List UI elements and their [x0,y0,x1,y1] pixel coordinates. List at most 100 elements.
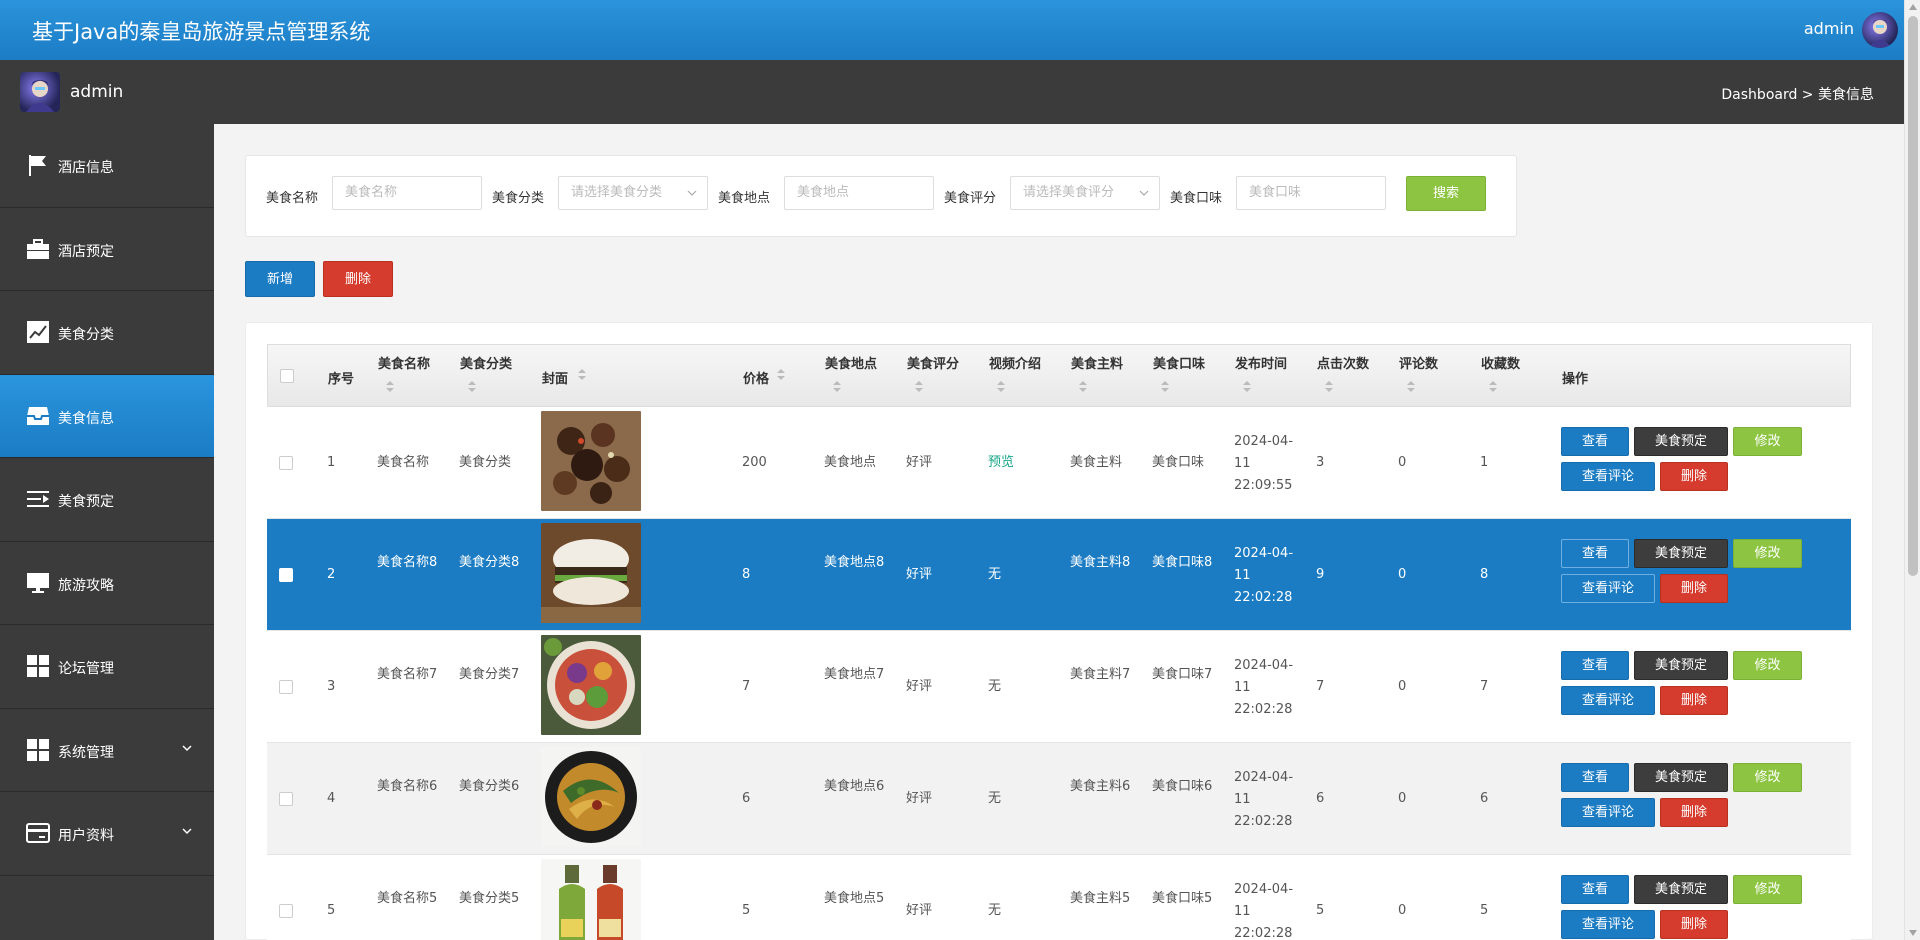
sort-icon[interactable] [915,381,923,393]
header-avatar[interactable] [1862,12,1898,48]
view-button[interactable]: 查看 [1561,763,1629,792]
header-published[interactable]: 发布时间 [1235,353,1287,372]
sort-icon[interactable] [1489,381,1497,393]
view-comments-button[interactable]: 查看评论 [1561,686,1655,715]
sort-icon[interactable] [1407,381,1415,393]
view-comments-button[interactable]: 查看评论 [1561,910,1655,939]
row-checkbox[interactable] [279,904,293,918]
header-category[interactable]: 美食分类 [460,353,512,372]
header-taste[interactable]: 美食口味 [1153,353,1205,372]
page-scrollbar[interactable] [1904,0,1920,940]
scroll-up-arrow-icon[interactable] [1909,4,1917,10]
food-rating-select[interactable]: 请选择美食评分 [1010,176,1160,210]
sidebar-item-user-profile[interactable]: 用户资料 [0,792,214,876]
view-button[interactable]: 查看 [1561,651,1629,680]
table-row[interactable]: 3 美食名称7 美食分类7 7 美食地点7 好评 无 美食主料7 美食口味7 2… [267,631,1851,743]
header-clicks[interactable]: 点击次数 [1317,353,1369,372]
view-button[interactable]: 查看 [1561,875,1629,904]
video-preview-link[interactable]: 预览 [988,453,1014,473]
breadcrumb[interactable]: Dashboard > 美食信息 [1721,84,1874,104]
table-row[interactable]: 4 美食名称6 美食分类6 6 美食地点6 好评 无 美食主料6 美食口味6 2… [267,743,1851,855]
table-row[interactable]: 5 美食名称5 美食分类5 5 美食地点5 好评 无 美食主料5 美食口味5 2… [267,855,1851,940]
food-category-select[interactable]: 请选择美食分类 [558,176,708,210]
sidebar-item-travel-guide[interactable]: 旅游攻略 [0,542,214,625]
book-food-button[interactable]: 美食预定 [1634,427,1728,456]
sidebar-item-forum[interactable]: 论坛管理 [0,625,214,709]
header-video[interactable]: 视频介绍 [989,353,1041,372]
scroll-down-arrow-icon[interactable] [1909,930,1917,936]
edit-button[interactable]: 修改 [1733,651,1802,680]
view-button[interactable]: 查看 [1561,427,1629,456]
row-checkbox[interactable] [279,456,293,470]
header-cover[interactable]: 封面 [542,368,568,387]
header-actions: 操作 [1562,372,1589,387]
sidebar-item-food-category[interactable]: 美食分类 [0,291,214,375]
scrollbar-thumb[interactable] [1908,16,1918,576]
cover-image[interactable] [541,523,641,623]
delete-button[interactable]: 删除 [1660,798,1728,827]
edit-button[interactable]: 修改 [1733,427,1802,456]
header-index: 序号 [328,372,355,387]
book-food-button[interactable]: 美食预定 [1634,539,1728,568]
sidebar-item-hotel-booking[interactable]: 酒店预定 [0,208,214,291]
sidebar-item-label: 美食信息 [58,410,114,427]
sort-icon[interactable] [777,369,785,381]
monitor-icon [27,572,49,593]
sort-icon[interactable] [1325,381,1333,393]
search-button[interactable]: 搜索 [1406,176,1486,211]
cover-image[interactable] [541,859,641,940]
delete-button[interactable]: 删除 [1660,910,1728,939]
header-comments[interactable]: 评论数 [1399,353,1438,372]
cover-image[interactable] [541,411,641,511]
food-name-input[interactable]: 美食名称 [332,176,482,210]
view-comments-button[interactable]: 查看评论 [1561,462,1655,491]
delete-button[interactable]: 删除 [1660,686,1728,715]
book-food-button[interactable]: 美食预定 [1634,875,1728,904]
batch-delete-button[interactable]: 删除 [323,261,393,297]
sort-icon[interactable] [578,369,586,381]
header-location[interactable]: 美食地点 [825,353,877,372]
cover-image[interactable] [541,635,641,735]
row-checkbox[interactable] [279,568,293,582]
view-comments-button[interactable]: 查看评论 [1561,798,1655,827]
sidebar-item-hotel-info[interactable]: 酒店信息 [0,124,214,208]
food-location-input[interactable]: 美食地点 [784,176,934,210]
header-username[interactable]: admin [1804,19,1854,38]
view-comments-button[interactable]: 查看评论 [1561,574,1655,603]
table-row[interactable]: 2 美食名称8 美食分类8 8 美食地点8 好评 无 美食主料8 美食口味8 2… [267,519,1851,631]
header-name[interactable]: 美食名称 [378,353,430,372]
book-food-button[interactable]: 美食预定 [1634,763,1728,792]
view-button[interactable]: 查看 [1561,539,1629,568]
cell-ingredient: 美食主料5 [1070,891,1131,906]
delete-button[interactable]: 删除 [1660,462,1728,491]
cell-published: 2024-04-11 22:02:28 [1234,546,1294,605]
select-all-checkbox[interactable] [280,369,294,383]
sidebar-item-food-info[interactable]: 美食信息 [0,374,214,458]
table-row[interactable]: 1 美食名称 美食分类 200 美食地点 好评 预览 美食主料 美食口味 202… [267,407,1851,519]
table-card: 序号 美食名称 美食分类 封面 价格 美食地点 美食评分 视频介绍 美食主料 美… [245,322,1873,940]
sidebar-item-system[interactable]: 系统管理 [0,709,214,792]
sub-header: admin Dashboard > 美食信息 [0,60,1904,124]
sort-icon[interactable] [997,381,1005,393]
header-ingredient[interactable]: 美食主料 [1071,353,1123,372]
header-favorites[interactable]: 收藏数 [1481,353,1520,372]
food-taste-input[interactable]: 美食口味 [1236,176,1386,210]
add-button[interactable]: 新增 [245,261,315,297]
cover-image[interactable] [541,747,641,847]
book-food-button[interactable]: 美食预定 [1634,651,1728,680]
sort-icon[interactable] [833,381,841,393]
edit-button[interactable]: 修改 [1733,763,1802,792]
sort-icon[interactable] [1161,381,1169,393]
edit-button[interactable]: 修改 [1733,539,1802,568]
header-rating[interactable]: 美食评分 [907,353,959,372]
sort-icon[interactable] [1079,381,1087,393]
row-checkbox[interactable] [279,792,293,806]
sidebar-item-food-booking[interactable]: 美食预定 [0,458,214,542]
edit-button[interactable]: 修改 [1733,875,1802,904]
sort-icon[interactable] [468,381,476,393]
sort-icon[interactable] [1243,381,1251,393]
delete-button[interactable]: 删除 [1660,574,1728,603]
row-checkbox[interactable] [279,680,293,694]
header-price[interactable]: 价格 [743,368,769,387]
sort-icon[interactable] [386,381,394,393]
